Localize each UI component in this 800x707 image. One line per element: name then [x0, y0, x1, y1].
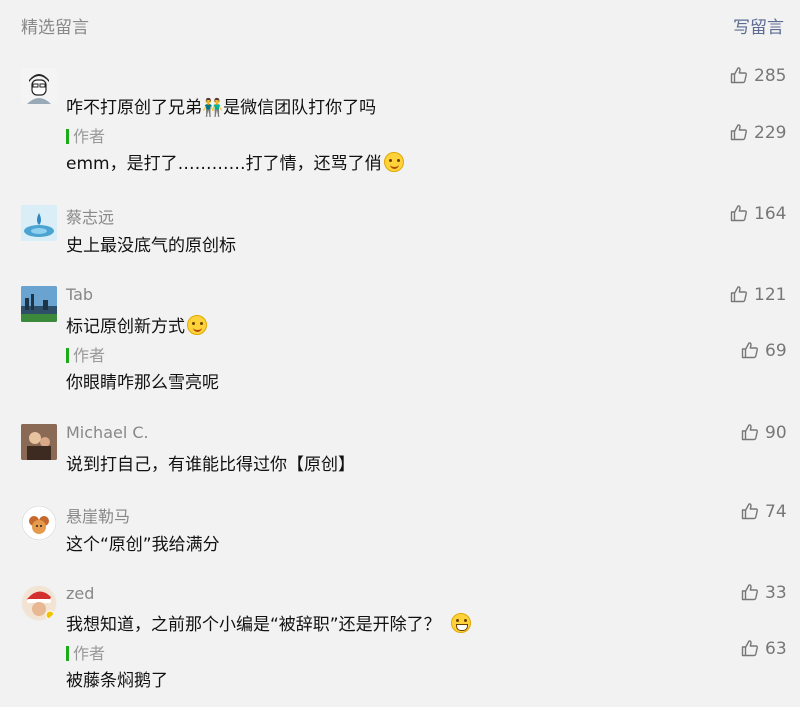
like-count: 33 — [765, 583, 787, 603]
reply-text: 被藤条焖鹅了 — [66, 671, 168, 691]
like-button[interactable]: 164 — [730, 204, 786, 224]
like-count: 63 — [765, 639, 787, 659]
thumbs-up-icon — [730, 67, 747, 84]
avatar[interactable] — [21, 505, 57, 541]
author-label: 作者 — [73, 644, 106, 663]
section-title: 精选留言 — [21, 18, 89, 38]
reply-like-button[interactable]: 229 — [730, 123, 786, 143]
author-tag: 作者 — [66, 640, 105, 664]
like-count: 74 — [765, 502, 787, 522]
reply-text: emm，是打了…………打了情，还骂了俏 — [66, 149, 404, 174]
comment-text: 标记原创新方式 — [66, 312, 207, 337]
like-button[interactable]: 121 — [730, 285, 786, 305]
reply-text: 你眼睛咋那么雪亮呢 — [66, 373, 219, 393]
comment-text: 史上最没底气的原创标 — [66, 236, 236, 256]
like-count: 285 — [754, 66, 787, 86]
thumbs-up-icon — [741, 640, 758, 657]
cartoon-avatar-icon — [21, 505, 57, 541]
nickname[interactable]: Michael C. — [66, 423, 149, 442]
like-count: 90 — [765, 423, 787, 443]
like-button[interactable]: 33 — [741, 583, 787, 603]
nickname[interactable]: 蔡志远 — [66, 204, 114, 228]
author-label: 作者 — [73, 346, 106, 365]
author-tag: 作者 — [66, 342, 105, 366]
comment-text: 我想知道，之前那个小编是“被辞职”还是开除了？ — [66, 610, 471, 635]
avatar[interactable] — [21, 424, 57, 460]
nickname[interactable]: Tab — [66, 285, 93, 304]
author-bar — [66, 348, 69, 363]
author-label: 作者 — [73, 127, 106, 146]
reply-text-content: emm，是打了…………打了情，还骂了俏 — [66, 154, 382, 174]
water-drop-avatar-icon — [21, 205, 57, 241]
thumbs-up-icon — [741, 424, 758, 441]
like-button[interactable]: 285 — [730, 66, 786, 86]
reply-like-button[interactable]: 69 — [741, 341, 787, 361]
like-count: 229 — [754, 123, 787, 143]
avatar[interactable] — [21, 68, 57, 104]
like-count: 164 — [754, 204, 787, 224]
comment-text: 这个“原创”我给满分 — [66, 535, 220, 555]
write-comment-button[interactable]: 写留言 — [733, 13, 784, 38]
comment-text: 说到打自己，有谁能比得过你【原创】 — [66, 455, 355, 475]
smile-emoji-icon — [383, 152, 404, 172]
thumbs-up-icon — [730, 124, 747, 141]
nickname[interactable]: 悬崖勒马 — [66, 503, 130, 527]
thumbs-up-icon — [730, 286, 747, 303]
thumbs-up-icon — [730, 205, 747, 222]
comment-text: 咋不打原创了兄弟👬是微信团队打你了吗 — [66, 98, 377, 118]
avatar[interactable] — [21, 585, 57, 621]
like-count: 69 — [765, 341, 787, 361]
thumbs-up-icon — [741, 342, 758, 359]
like-count: 121 — [754, 285, 787, 305]
avatar[interactable] — [21, 286, 57, 322]
like-button[interactable]: 74 — [741, 502, 787, 522]
grin-emoji-icon — [450, 613, 471, 633]
thumbs-up-icon — [741, 503, 758, 520]
comment-text-content: 我想知道，之前那个小编是“被辞职”还是开除了？ — [66, 615, 441, 635]
nickname[interactable]: zed — [66, 584, 94, 603]
comments-header: 精选留言 写留言 — [0, 0, 800, 50]
photo-avatar-icon — [21, 424, 57, 460]
author-tag: 作者 — [66, 123, 105, 147]
author-bar — [66, 646, 69, 661]
avatar[interactable] — [21, 205, 57, 241]
city-skyline-avatar-icon — [21, 286, 57, 322]
santa-hat-avatar-icon — [22, 586, 56, 620]
author-bar — [66, 129, 69, 144]
comment-text-content: 标记原创新方式 — [66, 317, 185, 337]
cartoon-boy-avatar-icon — [21, 68, 57, 104]
like-button[interactable]: 90 — [741, 423, 787, 443]
blush-emoji-icon — [187, 315, 207, 335]
reply-like-button[interactable]: 63 — [741, 639, 787, 659]
thumbs-up-icon — [741, 584, 758, 601]
